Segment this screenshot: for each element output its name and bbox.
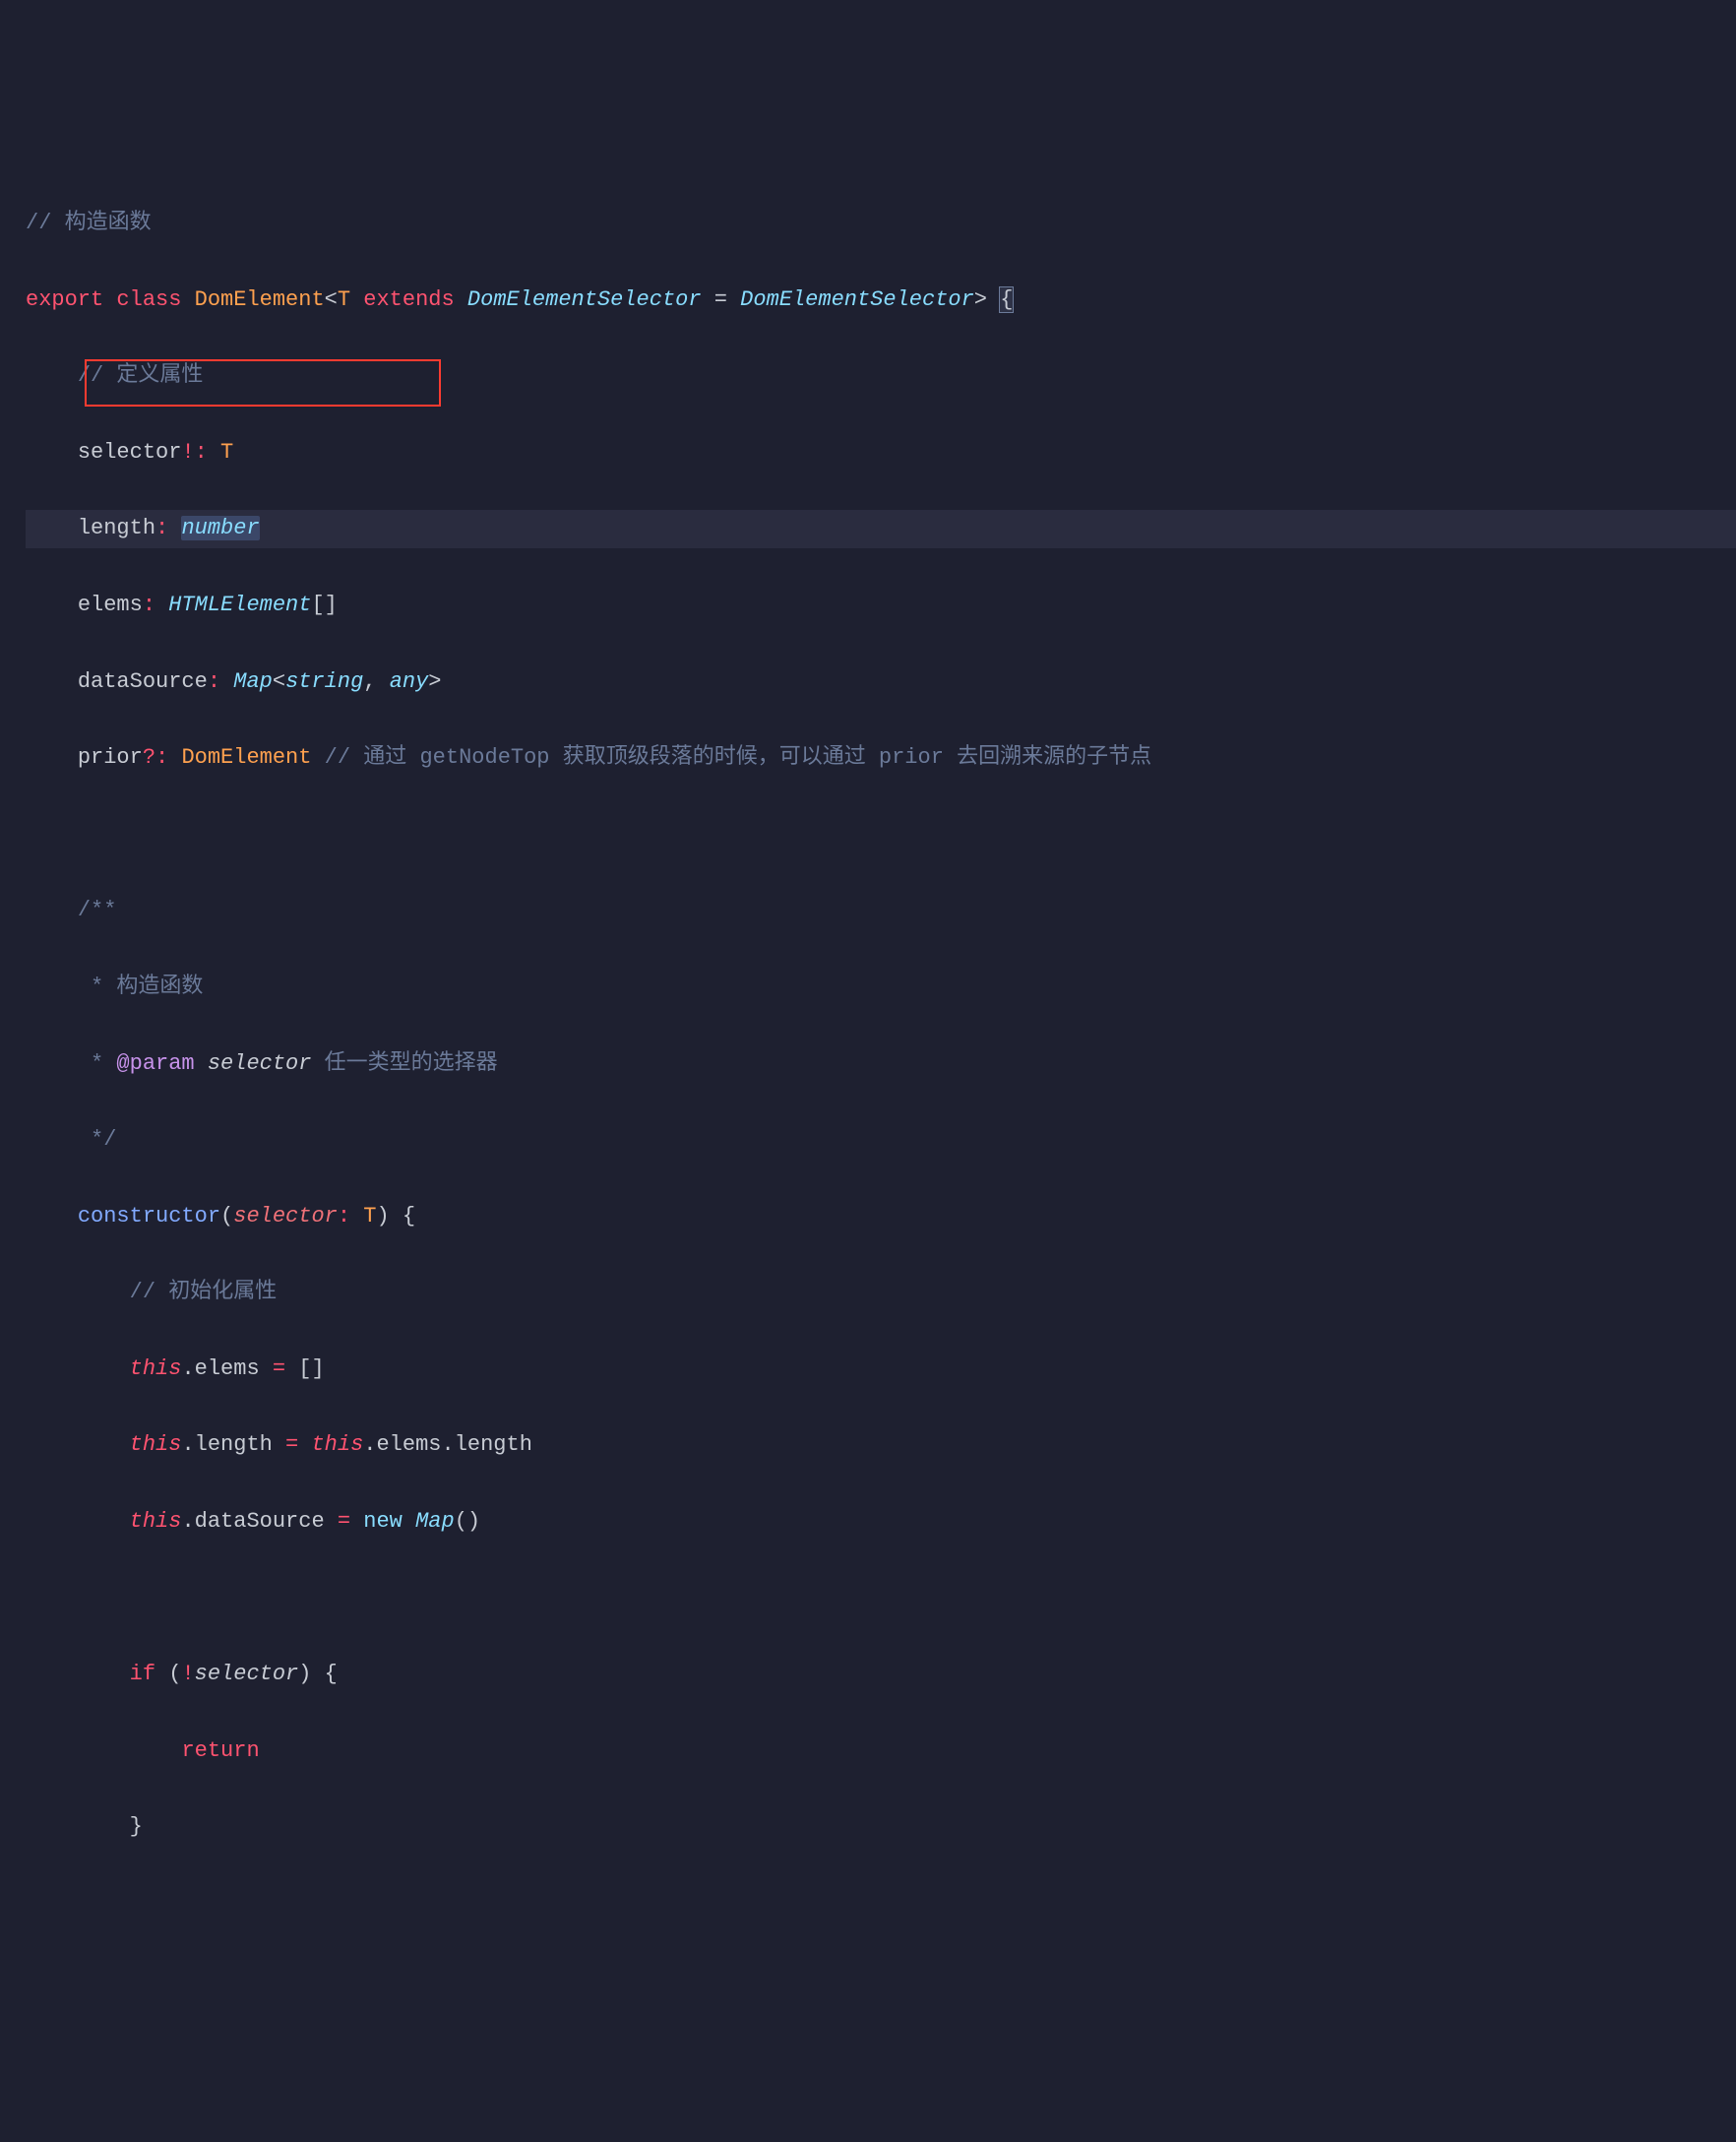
code-line: this.dataSource = new Map()	[26, 1503, 1736, 1542]
code-line: /**	[26, 892, 1736, 930]
code-line: if (!selector) {	[26, 1656, 1736, 1694]
code-line	[26, 1580, 1736, 1618]
code-line: // 初始化属性	[26, 1274, 1736, 1312]
comment: // 定义属性	[78, 363, 204, 388]
code-line: return	[26, 1732, 1736, 1771]
code-line: constructor(selector: T) {	[26, 1198, 1736, 1236]
code-line: }	[26, 1808, 1736, 1847]
code-line	[26, 816, 1736, 854]
comment: // 通过 getNodeTop 获取顶级段落的时候，可以通过 prior 去回…	[311, 745, 1151, 770]
code-line-current: length: number	[26, 510, 1736, 548]
code-line: selector!: T	[26, 434, 1736, 472]
code-line: // 构造函数	[26, 205, 1736, 243]
doc-comment: /**	[78, 898, 117, 922]
code-line: // 定义属性	[26, 357, 1736, 396]
code-line: dataSource: Map<string, any>	[26, 663, 1736, 702]
brace-open: {	[1000, 287, 1013, 312]
code-line: export class DomElement<T extends DomEle…	[26, 282, 1736, 320]
constructor: constructor	[78, 1204, 220, 1228]
doc-tag-param: @param	[103, 1051, 194, 1076]
code-line: */	[26, 1121, 1736, 1160]
code-line: * @param selector 任一类型的选择器	[26, 1045, 1736, 1084]
code-line: elems: HTMLElement[]	[26, 587, 1736, 625]
code-line: * 构造函数	[26, 969, 1736, 1007]
code-line: this.elems = []	[26, 1351, 1736, 1389]
comment: // 初始化属性	[130, 1280, 278, 1304]
code-line: this.length = this.elems.length	[26, 1426, 1736, 1465]
selection: number	[181, 516, 259, 540]
code-editor[interactable]: // 构造函数 export class DomElement<T extend…	[26, 166, 1736, 1961]
comment: // 构造函数	[26, 211, 152, 235]
code-line: prior?: DomElement // 通过 getNodeTop 获取顶级…	[26, 739, 1736, 778]
